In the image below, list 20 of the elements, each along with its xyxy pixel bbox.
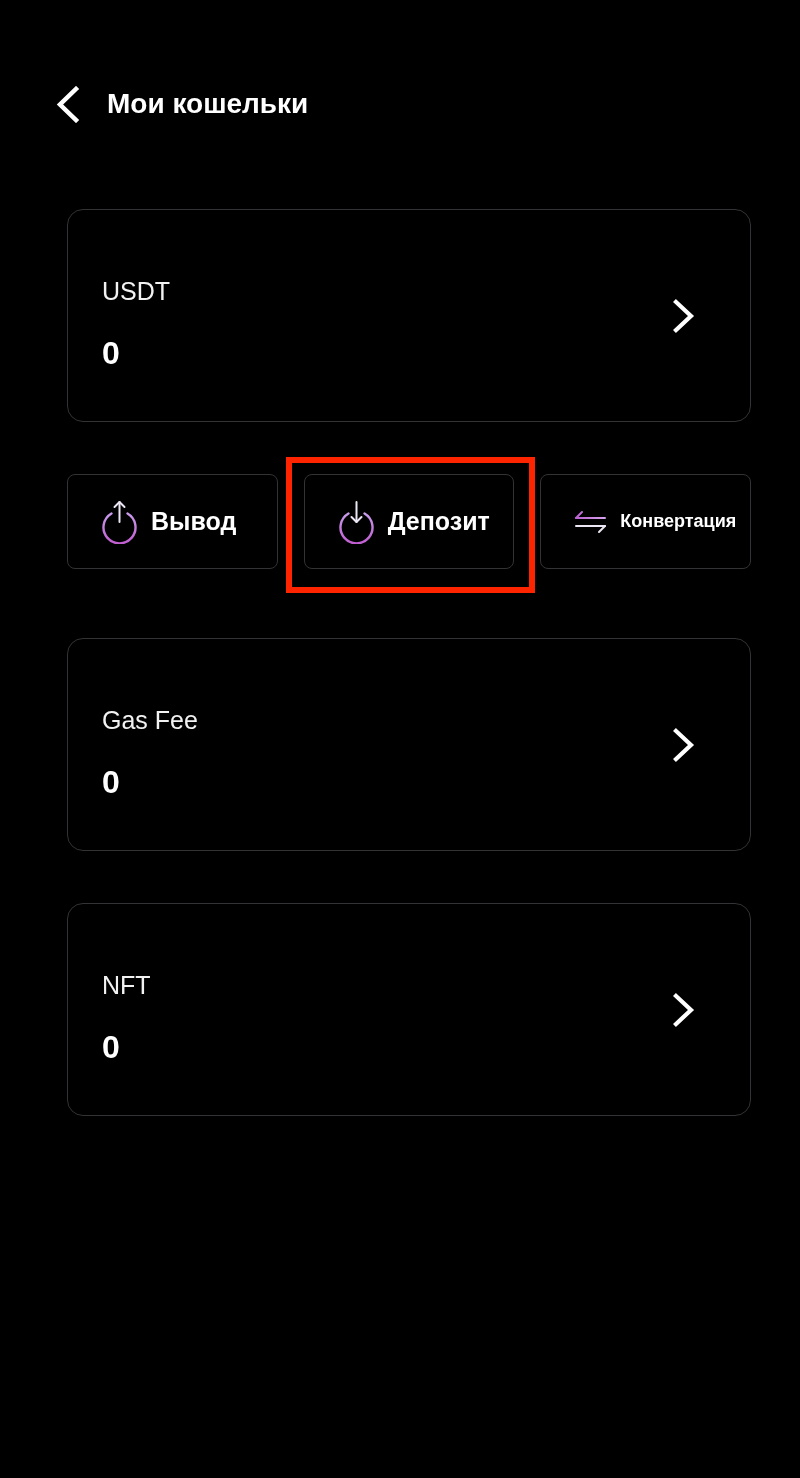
back-button[interactable]: [55, 85, 82, 123]
wallet-balance: 0: [102, 333, 120, 372]
deposit-button[interactable]: Депозит: [303, 474, 515, 569]
chevron-right-icon: [672, 727, 696, 762]
page-title: Мои кошельки: [107, 88, 309, 120]
withdraw-button[interactable]: Вывод: [67, 474, 278, 569]
wallet-card[interactable]: USDT 0: [67, 209, 751, 422]
arrow-down-circle-icon: [337, 499, 375, 544]
wallet-card[interactable]: Gas Fee 0: [67, 638, 751, 851]
swap-arrows-icon: [574, 509, 608, 534]
wallet-name: Gas Fee: [102, 704, 198, 735]
chevron-right-icon: [672, 992, 696, 1027]
wallet-card[interactable]: NFT 0: [67, 903, 751, 1116]
wallet-name: NFT: [102, 969, 151, 1000]
wallet-balance: 0: [102, 762, 120, 801]
convert-button[interactable]: Конвертация: [540, 474, 751, 569]
wallet-name: USDT: [102, 275, 171, 306]
wallet-balance: 0: [102, 1027, 120, 1066]
chevron-right-icon: [672, 298, 696, 333]
chevron-left-icon: [55, 85, 82, 123]
